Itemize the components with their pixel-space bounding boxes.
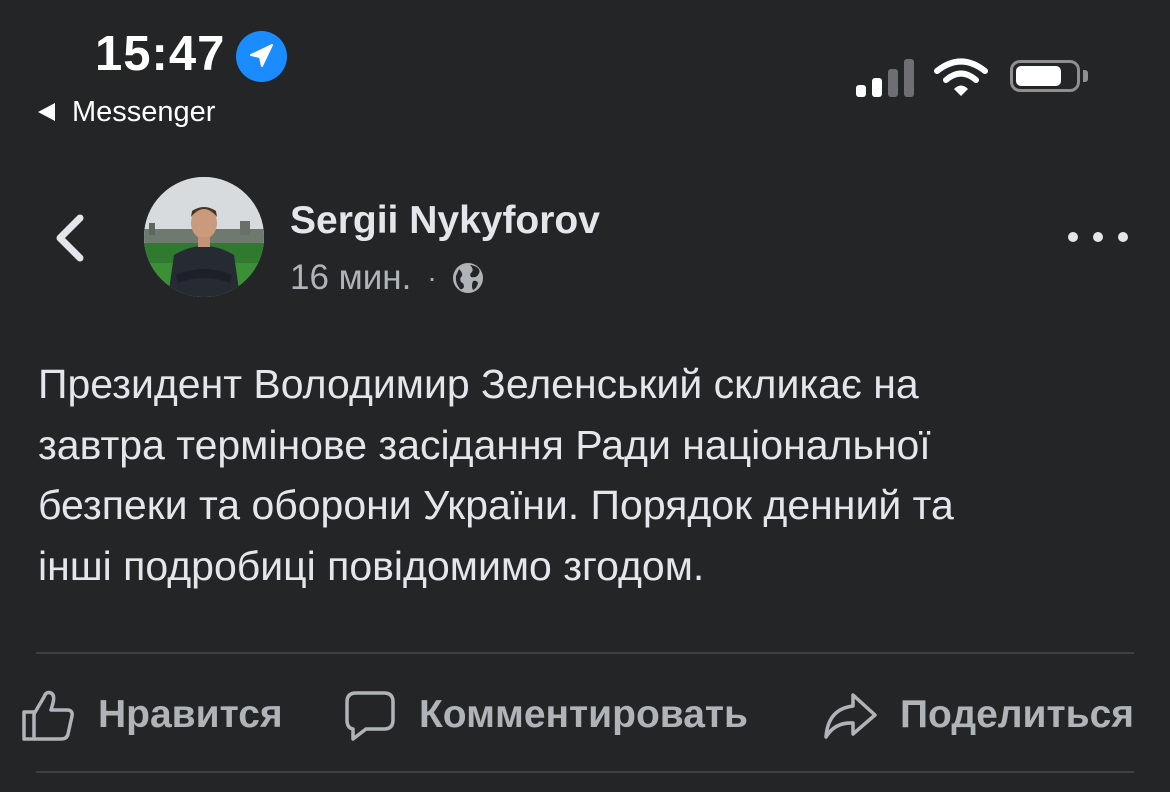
back-triangle-icon — [38, 103, 55, 121]
post-text-line: завтра термінове засідання Ради націонал… — [38, 421, 931, 468]
meta-separator: · — [427, 262, 437, 293]
back-app-label: Messenger — [72, 95, 216, 128]
like-label: Нравится — [98, 693, 283, 736]
author-avatar[interactable] — [144, 177, 264, 297]
post-text-line: безпеки та оборони України. Порядок денн… — [38, 482, 954, 528]
chevron-left-icon — [56, 214, 84, 262]
share-button[interactable]: Поделиться — [822, 686, 1134, 744]
thumbs-up-icon — [22, 690, 74, 741]
more-dot — [1093, 232, 1103, 242]
divider — [36, 652, 1134, 654]
comment-button[interactable]: Комментировать — [343, 686, 748, 744]
wifi-icon — [934, 58, 988, 98]
more-dot — [1068, 232, 1078, 242]
post-text-line: Президент Володимир Зеленський скликає н… — [38, 361, 919, 407]
back-button[interactable] — [50, 210, 90, 266]
globe-icon — [452, 263, 483, 293]
comment-bubble-icon — [345, 691, 395, 741]
share-label: Поделиться — [900, 693, 1135, 736]
cellular-signal-icon — [856, 59, 914, 97]
post-time[interactable]: 16 мин. — [290, 257, 411, 299]
post-text: Президент Володимир Зеленський скликає н… — [38, 354, 1148, 596]
comment-label: Комментировать — [419, 693, 749, 736]
divider — [36, 771, 1134, 773]
more-options-button[interactable] — [1068, 222, 1128, 252]
back-to-messenger-link[interactable]: Messenger — [38, 94, 215, 130]
author-name[interactable]: Sergii Nykyforov — [290, 198, 600, 244]
status-time: 15:47 — [95, 27, 226, 81]
location-arrow-icon — [236, 31, 287, 82]
more-dot — [1118, 232, 1128, 242]
post-text-line: інші подробиці повідомимо згодом. — [38, 542, 705, 589]
post-meta: 16 мин. · — [290, 257, 485, 299]
like-button[interactable]: Нравится — [20, 686, 283, 744]
battery-icon — [1010, 60, 1090, 96]
share-arrow-icon — [824, 693, 877, 739]
